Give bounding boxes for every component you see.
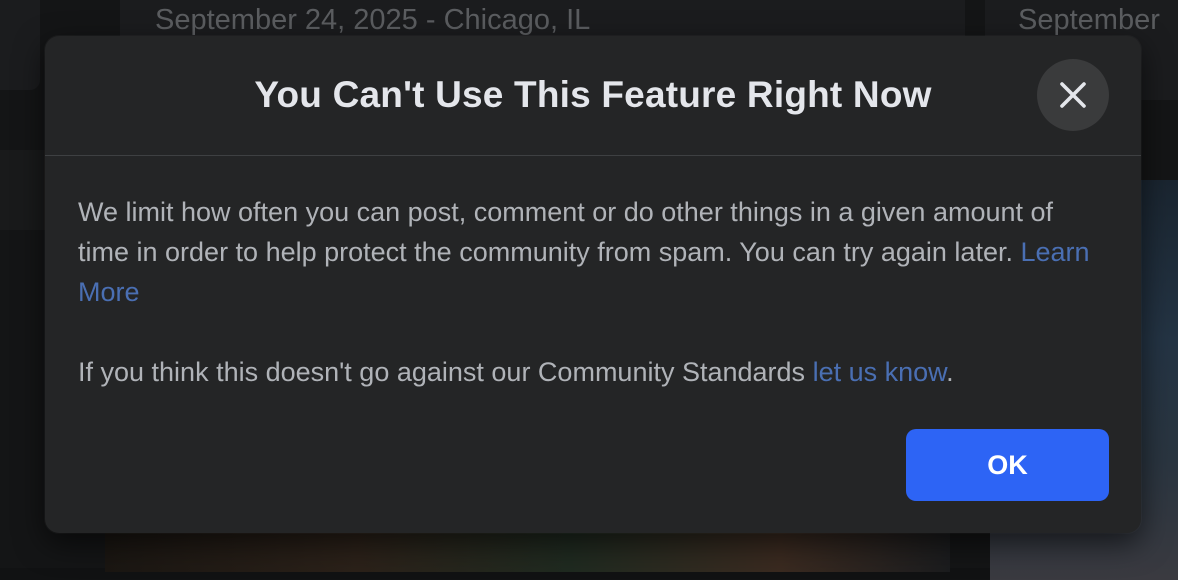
dialog-header: You Can't Use This Feature Right Now xyxy=(45,36,1141,156)
ok-button[interactable]: OK xyxy=(906,429,1109,501)
rate-limit-text: We limit how often you can post, comment… xyxy=(78,197,1054,267)
appeal-period: . xyxy=(946,357,954,387)
close-button[interactable] xyxy=(1037,59,1109,131)
dialog-footer: OK xyxy=(906,429,1109,501)
rate-limit-message: We limit how often you can post, comment… xyxy=(78,192,1107,312)
let-us-know-link[interactable]: let us know xyxy=(813,357,947,387)
feature-restricted-dialog: You Can't Use This Feature Right Now We … xyxy=(45,36,1141,533)
appeal-message: If you think this doesn't go against our… xyxy=(78,352,1107,392)
appeal-text: If you think this doesn't go against our… xyxy=(78,357,806,387)
dialog-title: You Can't Use This Feature Right Now xyxy=(254,73,932,115)
background-card xyxy=(0,0,40,90)
background-panel xyxy=(0,150,45,230)
background-event-date: September xyxy=(1018,4,1160,36)
background-photo xyxy=(105,532,950,572)
dialog-body: We limit how often you can post, comment… xyxy=(45,156,1141,392)
background-event-date: September 24, 2025 - Chicago, IL xyxy=(155,4,591,36)
close-icon xyxy=(1060,82,1086,108)
